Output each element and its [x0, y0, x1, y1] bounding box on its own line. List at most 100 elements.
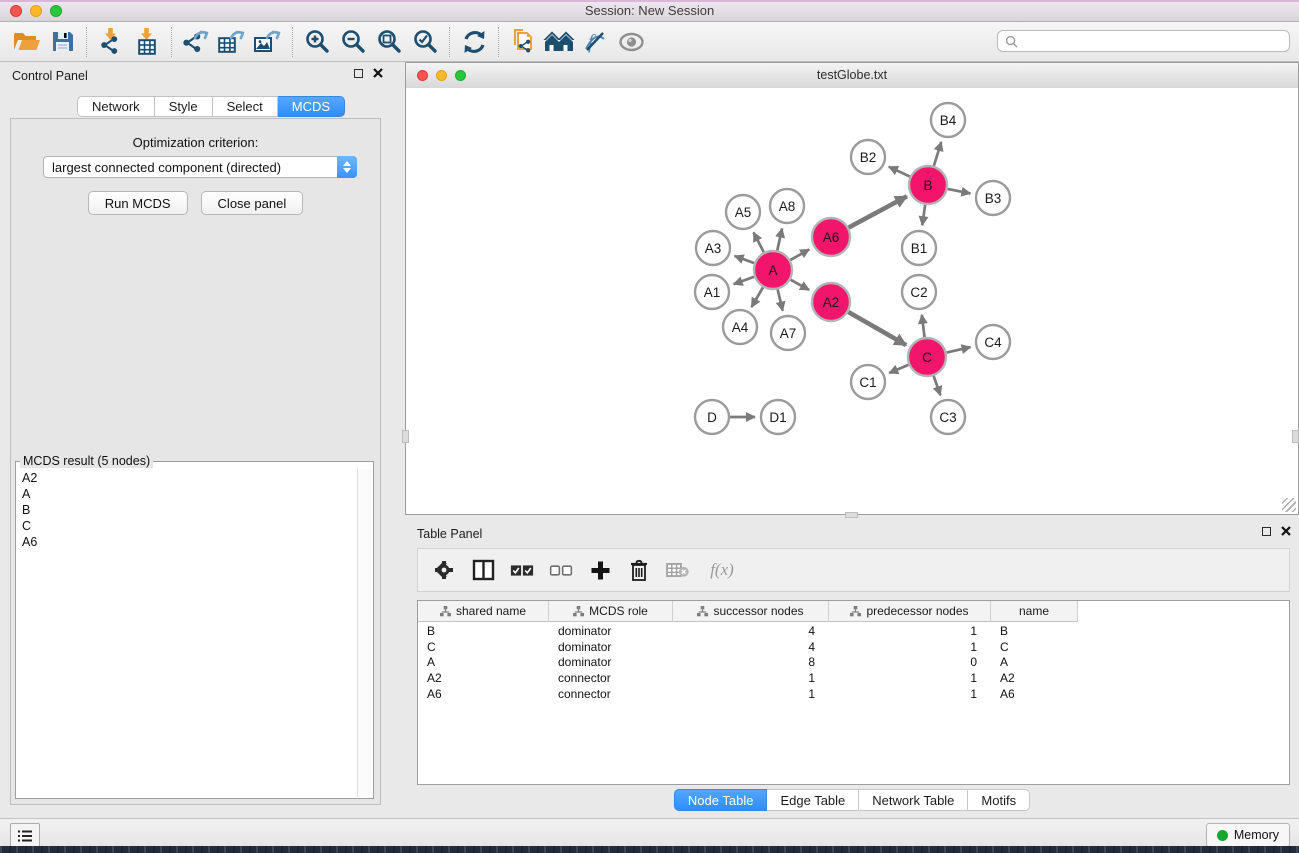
memory-button[interactable]: Memory: [1206, 823, 1290, 847]
edge-A-A8[interactable]: [777, 228, 782, 250]
result-item[interactable]: C: [22, 518, 357, 534]
result-item[interactable]: A2: [22, 470, 357, 486]
function-builder-button[interactable]: f(x): [705, 558, 739, 582]
node-label-C1: C1: [859, 375, 876, 390]
edge-A-A3[interactable]: [735, 256, 755, 263]
toolbar-separator: [498, 27, 499, 57]
cell: B: [991, 623, 1078, 639]
float-panel-icon[interactable]: [354, 69, 363, 78]
node-table[interactable]: shared nameMCDS rolesuccessor nodesprede…: [417, 600, 1290, 785]
tab-motifs[interactable]: Motifs: [968, 789, 1030, 811]
run-mcds-button[interactable]: Run MCDS: [88, 191, 188, 215]
edge-B-B4[interactable]: [934, 142, 941, 166]
cybrowser-home-button[interactable]: [541, 26, 577, 58]
edge-B-B1[interactable]: [922, 205, 925, 225]
table-settings-button[interactable]: [432, 558, 456, 582]
export-table-button[interactable]: [214, 26, 250, 58]
column-header-name[interactable]: name: [991, 601, 1078, 622]
show-graphics-details-button[interactable]: [613, 26, 649, 58]
application-window: Session: New Session f Control Panel Net…: [0, 0, 1299, 853]
edge-A-A1[interactable]: [734, 277, 755, 284]
edge-A6-B[interactable]: [849, 196, 907, 227]
toggle-columns-button[interactable]: [471, 558, 495, 582]
tab-select[interactable]: Select: [213, 96, 278, 117]
close-table-panel-icon[interactable]: [1281, 526, 1291, 536]
tab-mcds[interactable]: MCDS: [278, 96, 345, 117]
edge-B-B2[interactable]: [889, 167, 910, 177]
close-panel-icon[interactable]: [373, 68, 383, 78]
node-label-B1: B1: [911, 241, 928, 256]
column-header-successor-nodes[interactable]: successor nodes: [673, 601, 829, 622]
edge-C-C4[interactable]: [947, 347, 971, 352]
zoom-out-button[interactable]: [335, 26, 371, 58]
apply-layout-button[interactable]: [456, 26, 492, 58]
edge-C-C2[interactable]: [922, 315, 925, 337]
zoom-fit-button[interactable]: [371, 26, 407, 58]
result-item[interactable]: A: [22, 486, 357, 502]
tab-style[interactable]: Style: [155, 96, 213, 117]
edge-B-B3[interactable]: [948, 189, 971, 194]
resize-grip-icon[interactable]: [1282, 498, 1296, 512]
search-box[interactable]: [997, 30, 1290, 52]
table-row-A6[interactable]: A6connector11A6: [418, 686, 1078, 702]
table-row-A2[interactable]: A2connector11A2: [418, 670, 1078, 686]
criterion-dropdown[interactable]: largest connected component (directed): [43, 156, 357, 178]
import-network-button[interactable]: [93, 26, 129, 58]
criterion-value: largest connected component (directed): [44, 160, 337, 175]
deselect-all-button[interactable]: [549, 558, 573, 582]
node-label-C4: C4: [984, 335, 1002, 350]
cell: connector: [549, 670, 673, 686]
network-window-titlebar[interactable]: testGlobe.txt: [406, 63, 1298, 89]
column-header-shared-name[interactable]: shared name: [418, 601, 549, 622]
table-header-row: shared nameMCDS rolesuccessor nodesprede…: [418, 601, 1078, 622]
network-canvas[interactable]: AA1A2A3A4A5A6A7A8BB1B2B3B4CC1C2C3C4DD1: [406, 88, 1298, 514]
zoom-in-button[interactable]: [299, 26, 335, 58]
edge-A-A7[interactable]: [778, 289, 783, 310]
edge-A-A5[interactable]: [754, 232, 764, 252]
save-session-button[interactable]: [44, 26, 80, 58]
table-row-C[interactable]: Cdominator41C: [418, 639, 1078, 655]
table-row-B[interactable]: Bdominator41B: [418, 623, 1078, 639]
tab-node-table[interactable]: Node Table: [674, 789, 768, 811]
export-network-button[interactable]: [178, 26, 214, 58]
table-settings-icon: [433, 559, 455, 581]
zoom-out-icon: [340, 28, 367, 55]
result-item[interactable]: A6: [22, 534, 357, 550]
table-tabs: Node TableEdge TableNetwork TableMotifs: [405, 789, 1299, 811]
column-header-predecessor-nodes[interactable]: predecessor nodes: [829, 601, 991, 622]
delete-column-button[interactable]: [627, 558, 651, 582]
tab-network-table[interactable]: Network Table: [859, 789, 968, 811]
edge-A-A4[interactable]: [752, 287, 763, 307]
delete-table-button[interactable]: [666, 558, 690, 582]
tab-network[interactable]: Network: [77, 96, 155, 117]
right-splitter-handle[interactable]: [1292, 430, 1299, 443]
export-image-button[interactable]: [250, 26, 286, 58]
hide-flagged-button[interactable]: f: [577, 26, 613, 58]
edge-A-A2[interactable]: [791, 280, 810, 290]
float-table-panel-icon[interactable]: [1262, 527, 1271, 536]
left-splitter-handle[interactable]: [402, 430, 409, 443]
cybrowser-home-icon: [543, 30, 575, 54]
edge-A-A6[interactable]: [790, 249, 809, 260]
result-scrollbar[interactable]: [357, 469, 372, 797]
table-row-A[interactable]: Adominator80A: [418, 654, 1078, 670]
add-column-button[interactable]: [588, 558, 612, 582]
close-panel-button[interactable]: Close panel: [201, 191, 304, 215]
edge-A2-C[interactable]: [848, 312, 906, 345]
import-table-button[interactable]: [129, 26, 165, 58]
edge-C-C3[interactable]: [934, 376, 941, 395]
cell: 1: [829, 639, 991, 655]
zoom-selected-button[interactable]: [407, 26, 443, 58]
node-label-A1: A1: [704, 285, 721, 300]
select-all-button[interactable]: [510, 558, 534, 582]
network-window-title: testGlobe.txt: [406, 68, 1298, 82]
result-item[interactable]: B: [22, 502, 357, 518]
search-input[interactable]: [1023, 33, 1289, 49]
edge-C-C1[interactable]: [889, 365, 908, 373]
attribute-icon: [573, 606, 584, 617]
tab-edge-table[interactable]: Edge Table: [767, 789, 859, 811]
column-header-MCDS-role[interactable]: MCDS role: [549, 601, 673, 622]
horizontal-splitter-handle[interactable]: [845, 512, 858, 518]
open-session-button[interactable]: [8, 26, 44, 58]
network-from-selection-button[interactable]: [505, 26, 541, 58]
